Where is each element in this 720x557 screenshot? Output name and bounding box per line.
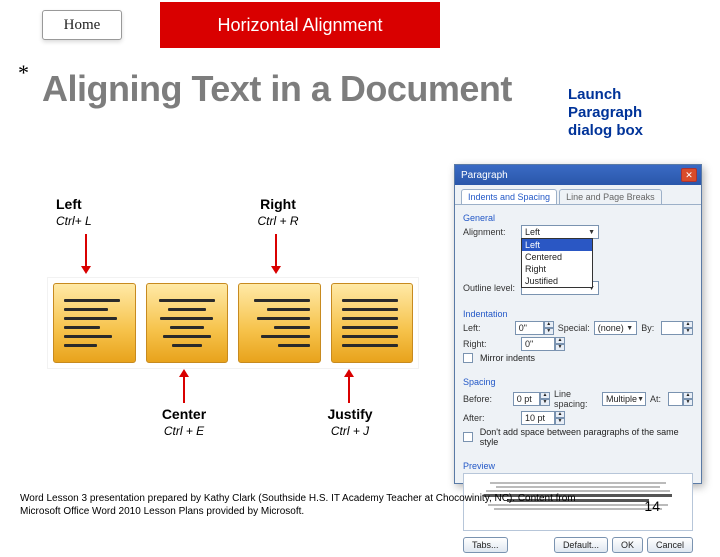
option-left[interactable]: Left (522, 239, 592, 251)
alignment-label: Alignment: (463, 227, 517, 237)
mirror-label: Mirror indents (480, 353, 535, 363)
callout-launch-paragraph: Launch Paragraph dialog box (568, 86, 688, 140)
tabs-button[interactable]: Tabs... (463, 537, 508, 553)
callout-line: Launch (568, 86, 621, 103)
tab-indents-spacing[interactable]: Indents and Spacing (461, 189, 557, 204)
by-label: By: (641, 323, 657, 333)
indent-left-spinner[interactable]: 0"▲▼ (515, 321, 554, 335)
callout-line: dialog box (568, 122, 643, 139)
indent-right-spinner[interactable]: 0"▲▼ (521, 337, 565, 351)
alignment-dropdown-list: Left Centered Right Justified (521, 238, 593, 288)
label-left: Left Ctrl+ L (56, 196, 126, 228)
after-label: After: (463, 413, 517, 423)
label-right: Right Ctrl + R (243, 196, 313, 228)
option-right[interactable]: Right (522, 263, 592, 275)
label-shortcut: Ctrl + R (243, 214, 313, 228)
nospace-checkbox[interactable] (463, 432, 473, 442)
align-left-icon[interactable] (53, 283, 136, 363)
before-spinner[interactable]: 0 pt▲▼ (513, 392, 550, 406)
page-number: 14 (644, 498, 660, 514)
option-justified[interactable]: Justified (522, 275, 592, 287)
label-center: Center Ctrl + E (144, 406, 224, 438)
dialog-titlebar: Paragraph ✕ (455, 165, 701, 185)
align-right-icon[interactable] (238, 283, 321, 363)
section-title: Preview (463, 461, 693, 471)
label-shortcut: Ctrl + J (310, 424, 390, 438)
label-name: Left (56, 196, 126, 212)
section-indentation: Indentation Left: 0"▲▼ Special: (none)▼ … (455, 301, 701, 369)
at-label: At: (650, 394, 664, 404)
page-title: Aligning Text in a Document (42, 68, 512, 110)
section-general: General Alignment: Left ▼ Left Centered … (455, 205, 701, 301)
cancel-button[interactable]: Cancel (647, 537, 693, 553)
special-label: Special: (558, 323, 590, 333)
alignment-select[interactable]: Left ▼ (521, 225, 599, 239)
alignment-icons (48, 278, 418, 368)
align-justify-icon[interactable] (331, 283, 414, 363)
callout-line: Paragraph (568, 104, 642, 121)
footer-text: Word Lesson 3 presentation prepared by K… (20, 493, 580, 518)
close-icon[interactable]: ✕ (681, 168, 697, 182)
arrow-down-icon (85, 234, 87, 268)
nospace-label: Don't add space between paragraphs of th… (480, 427, 693, 447)
section-title: Spacing (463, 377, 693, 387)
label-shortcut: Ctrl + E (144, 424, 224, 438)
label-shortcut: Ctrl+ L (56, 214, 126, 228)
label-name: Right (243, 196, 313, 212)
after-spinner[interactable]: 10 pt▲▼ (521, 411, 565, 425)
special-select[interactable]: (none)▼ (594, 321, 637, 335)
title-bullet: * (18, 60, 29, 86)
banner: Horizontal Alignment (160, 2, 440, 48)
align-center-icon[interactable] (146, 283, 229, 363)
label-name: Center (144, 406, 224, 422)
arrow-up-icon (348, 375, 350, 403)
outline-label: Outline level: (463, 283, 517, 293)
alignment-value: Left (525, 227, 540, 237)
before-label: Before: (463, 394, 509, 404)
label-justify: Justify Ctrl + J (310, 406, 390, 438)
section-spacing: Spacing Before: 0 pt▲▼ Line spacing: Mul… (455, 369, 701, 453)
default-button[interactable]: Default... (554, 537, 608, 553)
home-button[interactable]: Home (42, 10, 122, 40)
section-title: General (463, 213, 693, 223)
at-spinner[interactable]: ▲▼ (668, 392, 693, 406)
ok-button[interactable]: OK (612, 537, 643, 553)
option-centered[interactable]: Centered (522, 251, 592, 263)
section-title: Indentation (463, 309, 693, 319)
linespacing-select[interactable]: Multiple▼ (602, 392, 646, 406)
tab-line-page-breaks[interactable]: Line and Page Breaks (559, 189, 662, 204)
section-preview: Preview (455, 453, 701, 471)
chevron-down-icon: ▼ (588, 229, 595, 236)
mirror-checkbox[interactable] (463, 353, 473, 363)
paragraph-dialog: Paragraph ✕ Indents and Spacing Line and… (454, 164, 702, 484)
arrow-down-icon (275, 234, 277, 268)
arrow-up-icon (183, 375, 185, 403)
dialog-buttons: Tabs... Default... OK Cancel (455, 533, 701, 557)
dialog-title: Paragraph (461, 170, 508, 181)
indent-right-label: Right: (463, 339, 517, 349)
indent-left-label: Left: (463, 323, 511, 333)
dialog-tabs: Indents and Spacing Line and Page Breaks (455, 185, 701, 205)
linespacing-label: Line spacing: (554, 389, 598, 409)
label-name: Justify (310, 406, 390, 422)
by-spinner[interactable]: ▲▼ (661, 321, 693, 335)
